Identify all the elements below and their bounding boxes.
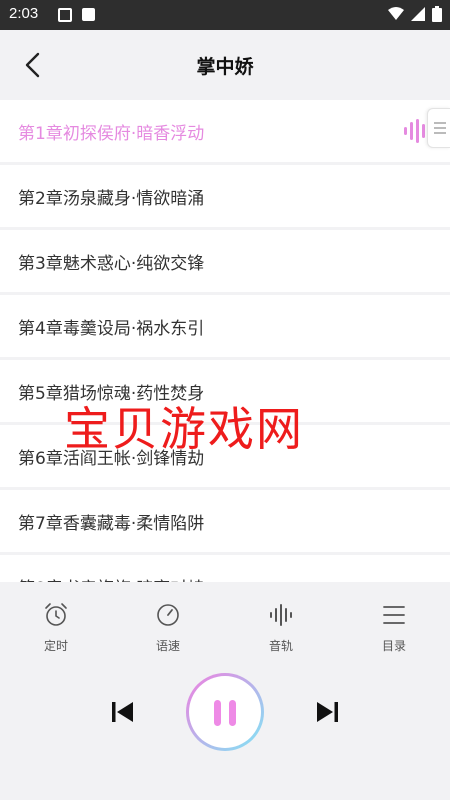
catalog-label: 目录 bbox=[381, 639, 406, 653]
menu-icon bbox=[383, 606, 405, 624]
status-time: 2:03 bbox=[9, 5, 39, 22]
skip-previous-icon bbox=[112, 702, 133, 722]
chapter-list[interactable]: 第1章初探侯府·暗香浮动 第2章汤泉藏身·情欲暗涌 第3章魅术惑心·纯欲交锋 第… bbox=[0, 100, 450, 582]
speed-gauge-icon bbox=[157, 604, 179, 626]
chapter-title: 第5章猎场惊魂·药性焚身 bbox=[18, 383, 205, 404]
chapter-title: 第3章魅术惑心·纯欲交锋 bbox=[18, 253, 205, 274]
chapter-title: 第4章毒羹设局·祸水东引 bbox=[18, 318, 205, 339]
chapter-item[interactable]: 第4章毒羹设局·祸水东引 bbox=[0, 295, 450, 357]
sound-wave-icon bbox=[270, 604, 292, 626]
pause-button[interactable] bbox=[186, 673, 264, 751]
alarm-clock-icon bbox=[45, 603, 67, 626]
chapter-title: 第8章书房旖旎·暗室对峙 bbox=[0, 574, 204, 583]
chapter-item[interactable]: 第7章香囊藏毒·柔情陷阱 bbox=[0, 490, 450, 552]
timer-button[interactable]: 定时 bbox=[16, 602, 96, 654]
track-button[interactable]: 音轨 bbox=[241, 602, 321, 654]
status-bar: 2:03 bbox=[0, 0, 450, 30]
chapter-item[interactable]: 第3章魅术惑心·纯欲交锋 bbox=[0, 230, 450, 292]
chapter-title: 第2章汤泉藏身·情欲暗涌 bbox=[18, 188, 205, 209]
notification-square-icon bbox=[82, 8, 95, 21]
chapter-item[interactable]: 第2章汤泉藏身·情欲暗涌 bbox=[0, 165, 450, 227]
chapter-item[interactable]: 第6章活阎王帐·剑锋情劫 bbox=[0, 425, 450, 487]
chapter-item[interactable]: 第1章初探侯府·暗香浮动 bbox=[0, 100, 450, 162]
speed-button[interactable]: 语速 bbox=[128, 602, 208, 654]
skip-next-icon bbox=[317, 702, 338, 722]
chapter-title: 第1章初探侯府·暗香浮动 bbox=[18, 123, 205, 144]
chapter-title: 第6章活阎王帐·剑锋情劫 bbox=[18, 448, 205, 469]
chapter-title: 第7章香囊藏毒·柔情陷阱 bbox=[18, 513, 205, 534]
battery-icon bbox=[432, 6, 442, 22]
speed-label: 语速 bbox=[155, 639, 180, 653]
previous-button[interactable] bbox=[112, 700, 134, 728]
next-button[interactable] bbox=[316, 700, 338, 728]
track-label: 音轨 bbox=[268, 639, 293, 653]
page-title: 掌中娇 bbox=[196, 56, 254, 78]
header: 掌中娇 bbox=[0, 30, 450, 100]
status-icons bbox=[388, 6, 442, 22]
catalog-button[interactable]: 目录 bbox=[354, 602, 434, 654]
player-panel: 定时 语速 音轨 目录 bbox=[0, 582, 450, 800]
scroll-handle[interactable] bbox=[427, 108, 450, 148]
signal-icon bbox=[411, 7, 425, 21]
chapter-item[interactable]: 第5章猎场惊魂·药性焚身 bbox=[0, 360, 450, 422]
wifi-icon bbox=[388, 7, 404, 20]
notification-icon bbox=[58, 8, 72, 22]
chapter-item[interactable]: 第8章书房旖旎·暗室对峙 bbox=[0, 555, 450, 582]
timer-label: 定时 bbox=[43, 639, 68, 653]
